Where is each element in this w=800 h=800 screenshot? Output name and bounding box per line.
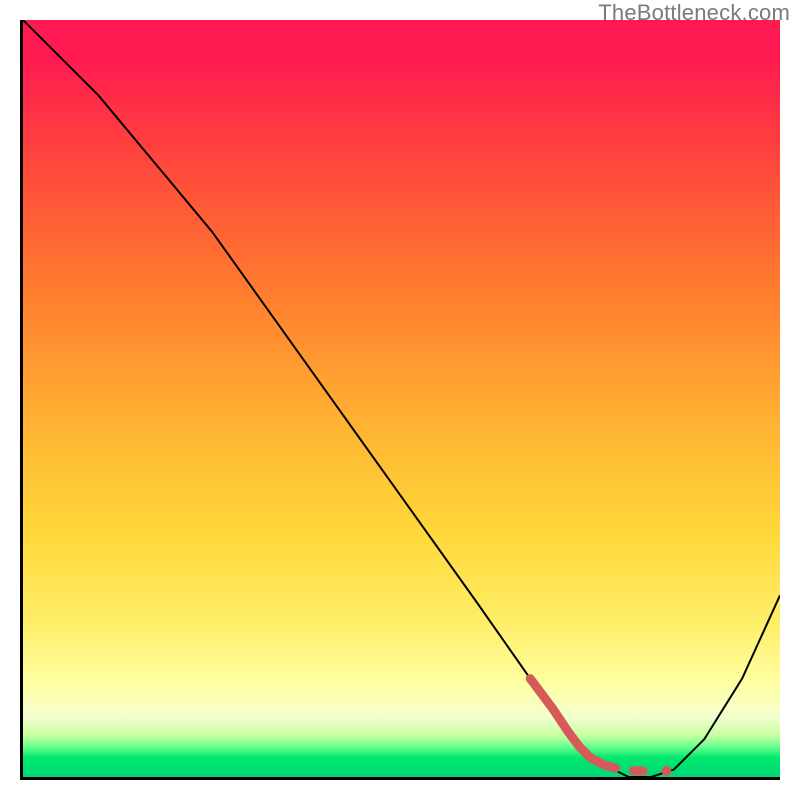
main-curve-group: [23, 20, 780, 777]
main-curve-path: [23, 20, 780, 777]
lines-layer: [23, 20, 780, 777]
plot-area: [20, 20, 780, 780]
highlight-dash: [606, 766, 651, 771]
highlight-group: [530, 679, 671, 776]
bottleneck-chart: TheBottleneck.com: [0, 0, 800, 800]
highlight-solid: [530, 679, 606, 766]
highlight-dot: [661, 766, 671, 776]
